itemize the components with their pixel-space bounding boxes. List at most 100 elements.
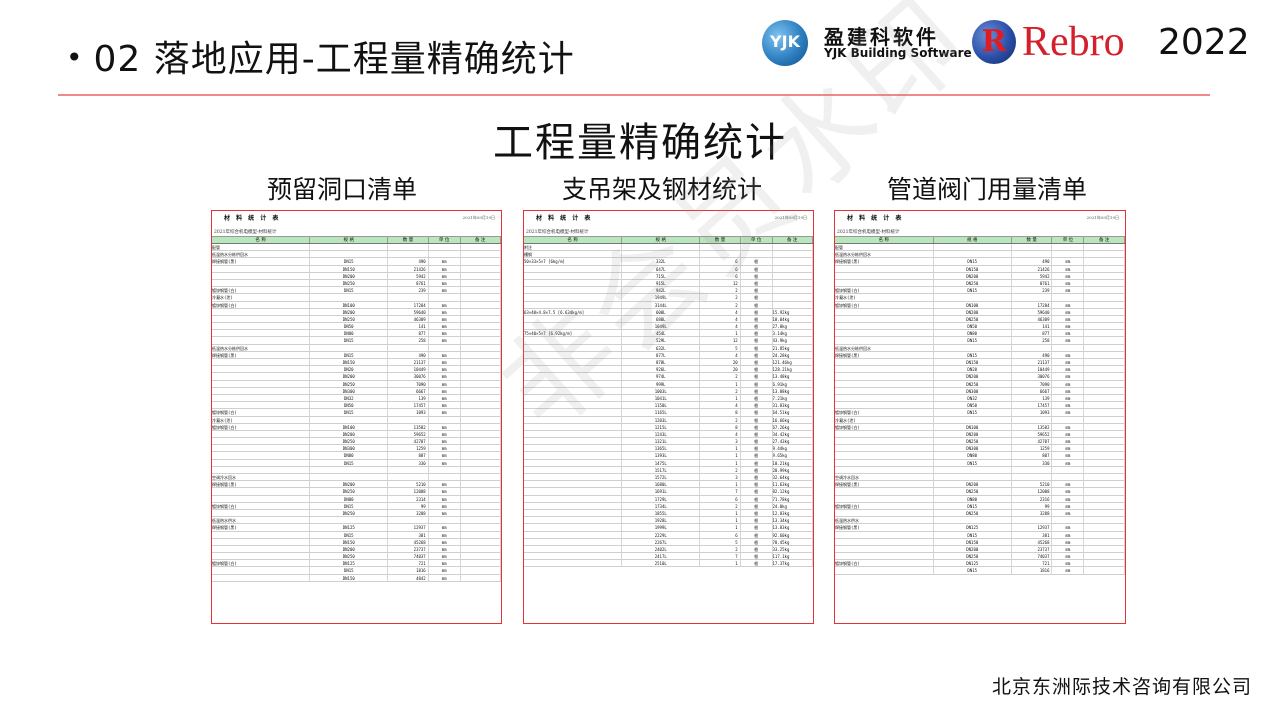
table-cell	[835, 553, 934, 560]
table-cell	[212, 538, 311, 545]
table-cell: 5210	[388, 481, 429, 488]
table-row: 2267L 5 根 78.45kg	[524, 538, 813, 546]
table-cell: 1928L	[622, 517, 701, 524]
table-cell: 根	[741, 330, 773, 337]
table-cell	[388, 517, 429, 524]
table-cell: 258	[1012, 337, 1053, 344]
table-cell: 根	[741, 402, 773, 409]
table-cell: 2	[700, 287, 741, 294]
table-row: 焊接钢管(黑) DN200 5210 mm	[835, 481, 1125, 489]
table-cell: 13.34kg	[773, 517, 813, 524]
table-cell	[212, 337, 311, 344]
table-cell: DN200	[934, 272, 1012, 279]
table-row: DN150 45268 mm	[835, 538, 1125, 546]
table-row: DN250 12008 mm	[835, 488, 1125, 496]
table-cell: 12008	[1012, 488, 1053, 495]
table-cell: DN150	[310, 265, 389, 272]
table-cell: mm	[429, 481, 461, 488]
table-row: DN15 381 mm	[212, 531, 501, 539]
table-cell: 4	[700, 323, 741, 330]
table-cell: 877	[1012, 330, 1053, 337]
table-cell	[461, 574, 501, 581]
table-cell: mm	[1052, 430, 1085, 438]
table-cell: mm	[429, 359, 461, 366]
table-cell: 1	[700, 394, 741, 402]
table-row: 镀锌钢管(白) DN15 1093 mm	[212, 409, 501, 417]
table-cell: 镀锌钢管(白)	[212, 409, 311, 416]
table-cell	[835, 567, 934, 574]
table-cell: mm	[1052, 509, 1085, 517]
table-cell	[310, 474, 389, 481]
table-row: 1729L 6 根 71.78kg	[524, 495, 813, 503]
table-cell: 根	[741, 416, 773, 423]
table-cell: mm	[429, 538, 461, 545]
table-cell: 5210	[1012, 481, 1053, 488]
table-row: 999L 1 根 6.91kg	[524, 380, 813, 388]
table-cell: 1215L	[622, 423, 701, 430]
table-cell: 焊接钢管(黑)	[212, 258, 311, 265]
table-cell	[212, 438, 311, 445]
table-cell: DN250	[310, 488, 389, 495]
table-row: 镀锌钢管(白) DN100 17284 mm	[835, 301, 1125, 309]
table-cell: DN150	[310, 574, 389, 581]
table-cell: 4	[700, 308, 741, 315]
table-cell: 8761	[388, 279, 429, 287]
table-cell	[212, 452, 311, 459]
table-cell	[835, 394, 934, 402]
table-cell	[934, 251, 1012, 258]
table-cell: 根	[741, 452, 773, 459]
table-row: 1680L 1 根 11.63kg	[524, 481, 813, 489]
table-cell: 低温热水分栋供回水	[835, 344, 934, 351]
table-cell: 6667	[388, 387, 429, 394]
table-cell	[310, 344, 389, 351]
table-cell: mm	[429, 430, 461, 438]
table-cell: 59652	[388, 430, 429, 438]
table-cell	[773, 287, 813, 294]
table-cell: mm	[1052, 567, 1085, 574]
table-cell	[524, 502, 623, 509]
table-cell: DN15	[934, 502, 1012, 509]
table-cell	[212, 315, 311, 323]
table-cell: 镀锌钢管(白)	[835, 409, 934, 416]
table-cell	[212, 394, 311, 402]
table-cell: DN250	[310, 380, 389, 387]
col-note: 备 注	[773, 237, 813, 243]
table-cell	[1084, 509, 1125, 517]
table-cell: 27.8kg	[773, 323, 813, 330]
doc-title: 材 料 统 计 表	[847, 215, 904, 222]
table-cell: 焊接钢管(黑)	[212, 481, 311, 488]
table-cell: mm	[429, 402, 461, 409]
table-row: 529L 12 根 43.9kg	[524, 337, 813, 345]
table-cell: mm	[1052, 402, 1085, 409]
table-cell: 12	[700, 279, 741, 287]
table-cell	[1084, 430, 1125, 438]
table-cell: 2	[700, 294, 741, 301]
table-cell: 空调冷水回水	[835, 474, 934, 481]
table-row: DN50 17457 mm	[835, 402, 1125, 410]
table-cell: 2314	[388, 495, 429, 502]
table-cell: 139	[1012, 394, 1053, 402]
table-cell: mm	[1052, 481, 1085, 488]
table-cell: 根	[741, 258, 773, 265]
table-row: DN80 2316 mm	[835, 495, 1125, 503]
table-cell: 根	[741, 481, 773, 488]
table-cell: 141	[1012, 323, 1053, 330]
table-cell: 根	[741, 294, 773, 301]
table-cell: 878L	[622, 359, 701, 366]
yjk-logo-icon: YJK	[762, 20, 808, 66]
table-cell: 721	[388, 560, 429, 567]
table-cell	[1084, 459, 1125, 466]
table-cell: 根	[741, 423, 773, 430]
col-name: 名 称	[212, 237, 311, 243]
table-cell	[934, 344, 1012, 351]
table-cell: 2417L	[622, 553, 701, 560]
col-unit: 单 位	[429, 237, 461, 243]
table-cell	[524, 287, 623, 294]
table-cell	[212, 330, 311, 337]
table-row: DN15 1816 mm	[835, 567, 1125, 575]
table-cell	[524, 538, 623, 545]
table-row: 1949L 2 根	[524, 294, 813, 302]
table-cell	[461, 416, 501, 423]
table-cell: 6	[700, 265, 741, 272]
table-cell	[1052, 416, 1085, 423]
